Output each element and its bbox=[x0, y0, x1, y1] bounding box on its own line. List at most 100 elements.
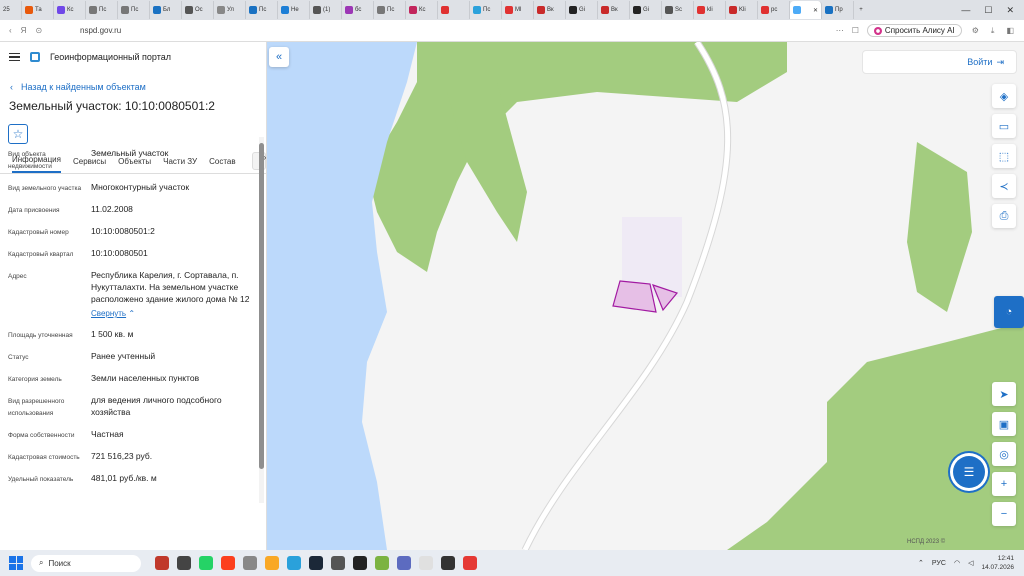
browser-tab[interactable]: Пс bbox=[246, 1, 278, 19]
app-icon[interactable] bbox=[155, 556, 169, 570]
app-icon[interactable] bbox=[331, 556, 345, 570]
app-icon[interactable] bbox=[353, 556, 367, 570]
property-value: Многоконтурный участок bbox=[91, 182, 190, 192]
ruler-button[interactable]: ▭ bbox=[992, 114, 1016, 138]
browser-tab[interactable]: Бл bbox=[150, 1, 182, 19]
browser-tab[interactable]: (1) bbox=[310, 1, 342, 19]
downloads-icon[interactable]: ⤓ bbox=[991, 26, 995, 36]
settings-app-icon[interactable] bbox=[243, 556, 257, 570]
tab-count-badge[interactable]: 25 bbox=[0, 1, 22, 19]
area-select-button[interactable]: ⬚ bbox=[992, 144, 1016, 168]
taskbar-search[interactable]: ⌕ Поиск bbox=[31, 554, 141, 572]
tray-chevron-icon[interactable]: ⌃ bbox=[918, 559, 924, 567]
browser-tab[interactable]: Gi bbox=[566, 1, 598, 19]
yandex-icon[interactable]: Я bbox=[21, 26, 27, 35]
browser-tab[interactable]: Пс bbox=[118, 1, 150, 19]
wifi-icon[interactable]: ◠ bbox=[954, 559, 960, 567]
basemap-button[interactable]: ▣ bbox=[992, 412, 1016, 436]
land-parcel-contour-1[interactable] bbox=[612, 280, 657, 313]
maximize-icon[interactable]: ☐ bbox=[984, 5, 992, 16]
zoom-in-button[interactable]: + bbox=[992, 472, 1016, 496]
app-icon[interactable] bbox=[397, 556, 411, 570]
property-row: Статус Ранее учтенный bbox=[0, 350, 258, 364]
tab-label: Gi bbox=[579, 7, 585, 13]
alice-button[interactable]: Спросить Алису AI bbox=[866, 24, 962, 37]
browser-tab[interactable]: Кс bbox=[54, 1, 86, 19]
app-icon[interactable] bbox=[375, 556, 389, 570]
app-icon[interactable] bbox=[265, 556, 279, 570]
clock[interactable]: 12:41 14.07.2026 bbox=[981, 554, 1014, 572]
new-tab-button[interactable]: + bbox=[854, 7, 868, 13]
yandex-browser-icon[interactable] bbox=[221, 556, 235, 570]
telegram-icon[interactable] bbox=[287, 556, 301, 570]
property-row: Вид земельного участка Многоконтурный уча… bbox=[0, 181, 258, 195]
steam-icon[interactable] bbox=[309, 556, 323, 570]
share-button[interactable]: ≺ bbox=[992, 174, 1016, 198]
browser-tab[interactable]: рс bbox=[758, 1, 790, 19]
tab-favicon-icon bbox=[409, 6, 417, 14]
browser-tab[interactable]: Та bbox=[22, 1, 54, 19]
app-icon[interactable] bbox=[419, 556, 433, 570]
browser-tab[interactable]: Пс bbox=[374, 1, 406, 19]
browser-tab[interactable]: Kli bbox=[726, 1, 758, 19]
tab-favicon-icon bbox=[25, 6, 33, 14]
property-value: Ранее учтенный bbox=[91, 351, 156, 361]
browser-tab[interactable]: Пс bbox=[86, 1, 118, 19]
app-icon[interactable] bbox=[177, 556, 191, 570]
locate-button[interactable]: ➤ bbox=[992, 382, 1016, 406]
settings-icon[interactable]: ⚙ bbox=[972, 26, 979, 36]
browser-tab[interactable]: Ml bbox=[502, 1, 534, 19]
assistant-side-button[interactable]: ◔ bbox=[994, 296, 1024, 328]
close-window-icon[interactable]: ✕ bbox=[1006, 5, 1014, 16]
browser-tab[interactable]: kli bbox=[694, 1, 726, 19]
menu-dots-icon[interactable]: ⋯ bbox=[836, 26, 844, 35]
browser-tab[interactable]: ✕ bbox=[790, 1, 822, 19]
browser-tab[interactable]: Sc bbox=[662, 1, 694, 19]
property-row: Площадь уточненная 1 500 кв. м bbox=[0, 328, 258, 342]
browser-tab[interactable]: Кс bbox=[406, 1, 438, 19]
hamburger-menu-icon[interactable] bbox=[9, 52, 20, 62]
back-to-results-link[interactable]: ‹ Назад к найденным объектам bbox=[0, 72, 266, 92]
tab-label: Sc bbox=[675, 7, 683, 13]
login-arrow-icon: ⇥ bbox=[996, 56, 1004, 67]
zoom-out-button[interactable]: − bbox=[992, 502, 1016, 526]
app-icon[interactable] bbox=[463, 556, 477, 570]
browser-tab[interactable]: Вк bbox=[598, 1, 630, 19]
browser-tab[interactable]: Вк bbox=[534, 1, 566, 19]
browser-tab[interactable]: бс bbox=[342, 1, 374, 19]
login-button[interactable]: Войти ⇥ bbox=[862, 50, 1017, 74]
volume-icon[interactable]: ◁ bbox=[968, 559, 973, 567]
browser-tab[interactable]: Ул bbox=[214, 1, 246, 19]
bookmark-icon[interactable]: ☐ bbox=[852, 26, 859, 35]
browser-tab[interactable]: Gi bbox=[630, 1, 662, 19]
basemap-icon: ▣ bbox=[998, 418, 1010, 431]
tab-favicon-icon bbox=[441, 6, 449, 14]
property-key: Адрес bbox=[8, 273, 27, 280]
browser-tab[interactable]: Ос bbox=[182, 1, 214, 19]
close-tab-icon[interactable]: ✕ bbox=[813, 7, 818, 14]
minimize-icon[interactable]: — bbox=[961, 5, 970, 16]
print-button[interactable]: ⎙ bbox=[992, 204, 1016, 228]
url-field[interactable]: nspd.gov.ru bbox=[80, 26, 836, 35]
collapse-panel-button[interactable]: « bbox=[269, 47, 289, 67]
properties-scrollbar[interactable] bbox=[259, 137, 264, 503]
back-icon[interactable]: ‹ bbox=[9, 26, 12, 35]
language-indicator[interactable]: РУС bbox=[932, 560, 946, 567]
browser-tab[interactable]: Пс bbox=[470, 1, 502, 19]
extensions-icon[interactable]: ◧ bbox=[1006, 26, 1014, 36]
address-bar: ‹ Я ⊙ nspd.gov.ru ⋯ ☐ Спросить Алису AI … bbox=[0, 20, 1024, 42]
tab-label: Кс bbox=[419, 7, 426, 13]
layers-button[interactable]: ◈ bbox=[992, 84, 1016, 108]
app-icon[interactable] bbox=[441, 556, 455, 570]
browser-tab[interactable]: Пр bbox=[822, 1, 854, 19]
map-view[interactable]: « Войти ⇥ ◈ ▭ ⬚ ≺ ⎙ ◔ ➤ ▣ ◎ + − ☰ НСПД 20… bbox=[267, 42, 1024, 550]
start-icon[interactable] bbox=[9, 556, 23, 570]
browser-tab[interactable] bbox=[438, 1, 470, 19]
tab-favicon-icon bbox=[633, 6, 641, 14]
whatsapp-icon[interactable] bbox=[199, 556, 213, 570]
collapse-address-link[interactable]: Свернуть bbox=[91, 309, 126, 318]
geolocation-button[interactable]: ◎ bbox=[992, 442, 1016, 466]
property-value: 1 500 кв. м bbox=[91, 329, 134, 339]
chat-button[interactable]: ☰ bbox=[953, 456, 985, 488]
browser-tab[interactable]: Не bbox=[278, 1, 310, 19]
